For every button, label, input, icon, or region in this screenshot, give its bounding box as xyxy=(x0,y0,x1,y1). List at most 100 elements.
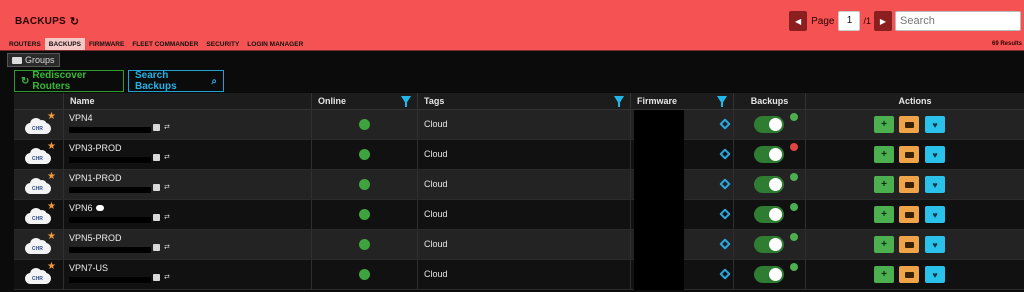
router-name[interactable]: VPN3-PROD xyxy=(69,143,122,153)
firmware-cube-icon[interactable] xyxy=(719,178,731,190)
plus-button[interactable] xyxy=(874,146,894,163)
filter-icon[interactable] xyxy=(717,96,727,107)
tab-backups[interactable]: BACKUPS xyxy=(44,38,85,50)
plus-button[interactable] xyxy=(874,116,894,133)
archive-button[interactable] xyxy=(899,236,919,253)
heartbeat-button[interactable] xyxy=(925,236,945,253)
copy-icon[interactable] xyxy=(153,154,160,161)
router-icon-cell: CHR ★ xyxy=(14,230,64,259)
firmware-cube-icon[interactable] xyxy=(719,208,731,220)
archive-button[interactable] xyxy=(899,266,919,283)
table-row[interactable]: CHR ★ VPN5-PROD ⇄ Cloud xyxy=(14,230,1024,260)
redacted-firmware xyxy=(634,140,684,170)
backup-toggle[interactable] xyxy=(754,206,784,223)
plus-button[interactable] xyxy=(874,236,894,253)
header-backups-label: Backups xyxy=(750,96,789,106)
backup-toggle[interactable] xyxy=(754,116,784,133)
firmware-cube-icon[interactable] xyxy=(719,118,731,130)
search-input[interactable]: Search xyxy=(895,11,1021,31)
copy-icon[interactable] xyxy=(153,274,160,281)
table-row[interactable]: CHR ★ VPN4 ⇄ Cloud xyxy=(14,110,1024,140)
archive-button[interactable] xyxy=(899,176,919,193)
heartbeat-button[interactable] xyxy=(925,116,945,133)
firmware-cube-icon[interactable] xyxy=(719,148,731,160)
exchange-icon[interactable]: ⇄ xyxy=(164,124,171,131)
header-actions: Actions xyxy=(806,93,1024,109)
plus-button[interactable] xyxy=(874,266,894,283)
header-online-label: Online xyxy=(318,96,347,106)
table-row[interactable]: CHR ★ VPN1-PROD ⇄ Cloud xyxy=(14,170,1024,200)
header-tags[interactable]: Tags xyxy=(418,93,631,109)
filter-icon[interactable] xyxy=(401,96,411,107)
refresh-icon[interactable]: ↻ xyxy=(70,15,79,28)
tab-routers[interactable]: ROUTERS xyxy=(5,38,45,50)
router-name[interactable]: VPN5-PROD xyxy=(69,233,122,243)
router-name[interactable]: VPN1-PROD xyxy=(69,173,122,183)
tab-login-manager[interactable]: LOGIN MANAGER xyxy=(243,38,307,50)
backup-toggle[interactable] xyxy=(754,176,784,193)
heartbeat-button[interactable] xyxy=(925,206,945,223)
tab-firmware[interactable]: FIRMWARE xyxy=(85,38,128,50)
header-online[interactable]: Online xyxy=(312,93,418,109)
groups-button[interactable]: Groups xyxy=(7,53,60,67)
star-icon[interactable]: ★ xyxy=(47,202,56,212)
exchange-icon[interactable]: ⇄ xyxy=(164,244,171,251)
backups-cell xyxy=(734,170,806,199)
search-backups-button[interactable]: Search Backups ⌕ xyxy=(128,70,224,92)
backup-toggle[interactable] xyxy=(754,236,784,253)
header-name[interactable]: Name xyxy=(64,93,312,109)
exchange-icon[interactable]: ⇄ xyxy=(164,274,171,281)
firmware-cube-icon[interactable] xyxy=(719,268,731,280)
firmware-cube-icon[interactable] xyxy=(719,238,731,250)
star-icon[interactable]: ★ xyxy=(47,232,56,242)
error-icon xyxy=(790,143,798,151)
name-cell: VPN6 ⇄ xyxy=(64,200,312,229)
backup-toggle[interactable] xyxy=(754,266,784,283)
router-name[interactable]: VPN6 xyxy=(69,203,93,213)
filter-icon[interactable] xyxy=(614,96,624,107)
exchange-icon[interactable]: ⇄ xyxy=(164,184,171,191)
tab-bar: ROUTERS BACKUPS FIRMWARE FLEET COMMANDER SEC… xyxy=(5,38,307,50)
backup-toggle[interactable] xyxy=(754,146,784,163)
heartbeat-button[interactable] xyxy=(925,146,945,163)
heartbeat-button[interactable] xyxy=(925,266,945,283)
copy-icon[interactable] xyxy=(153,184,160,191)
backups-table: Name Online Tags Firmware Backups Action… xyxy=(14,93,1024,290)
star-icon[interactable]: ★ xyxy=(47,262,56,272)
next-page-button[interactable]: ▶ xyxy=(874,11,892,31)
page-number-input[interactable]: 1 xyxy=(838,11,861,31)
archive-button[interactable] xyxy=(899,146,919,163)
heartbeat-button[interactable] xyxy=(925,176,945,193)
comment-icon[interactable] xyxy=(95,205,104,211)
star-icon[interactable]: ★ xyxy=(47,172,56,182)
tag-label: Cloud xyxy=(424,179,448,189)
exchange-icon[interactable]: ⇄ xyxy=(164,214,171,221)
check-icon xyxy=(790,203,798,211)
copy-icon[interactable] xyxy=(153,214,160,221)
copy-icon[interactable] xyxy=(153,124,160,131)
redacted-address xyxy=(69,217,151,223)
backups-cell xyxy=(734,260,806,289)
header-backups[interactable]: Backups xyxy=(734,93,806,109)
star-icon[interactable]: ★ xyxy=(47,112,56,122)
name-cell: VPN7-US ⇄ xyxy=(64,260,312,289)
tab-fleet-commander[interactable]: FLEET COMMANDER xyxy=(128,38,202,50)
router-name[interactable]: VPN7-US xyxy=(69,263,108,273)
table-row[interactable]: CHR ★ VPN6 ⇄ Cloud xyxy=(14,200,1024,230)
name-cell: VPN1-PROD ⇄ xyxy=(64,170,312,199)
copy-icon[interactable] xyxy=(153,244,160,251)
plus-button[interactable] xyxy=(874,176,894,193)
prev-page-button[interactable]: ◀ xyxy=(789,11,808,31)
rediscover-routers-button[interactable]: ↻ Rediscover Routers xyxy=(14,70,124,92)
table-row[interactable]: CHR ★ VPN7-US ⇄ Cloud xyxy=(14,260,1024,290)
plus-button[interactable] xyxy=(874,206,894,223)
header-tags-label: Tags xyxy=(424,96,445,106)
archive-button[interactable] xyxy=(899,116,919,133)
exchange-icon[interactable]: ⇄ xyxy=(164,154,171,161)
tab-security[interactable]: SECURITY xyxy=(202,38,243,50)
header-firmware[interactable]: Firmware xyxy=(631,93,734,109)
star-icon[interactable]: ★ xyxy=(47,142,56,152)
router-name[interactable]: VPN4 xyxy=(69,113,93,123)
table-row[interactable]: CHR ★ VPN3-PROD ⇄ Cloud xyxy=(14,140,1024,170)
archive-button[interactable] xyxy=(899,206,919,223)
